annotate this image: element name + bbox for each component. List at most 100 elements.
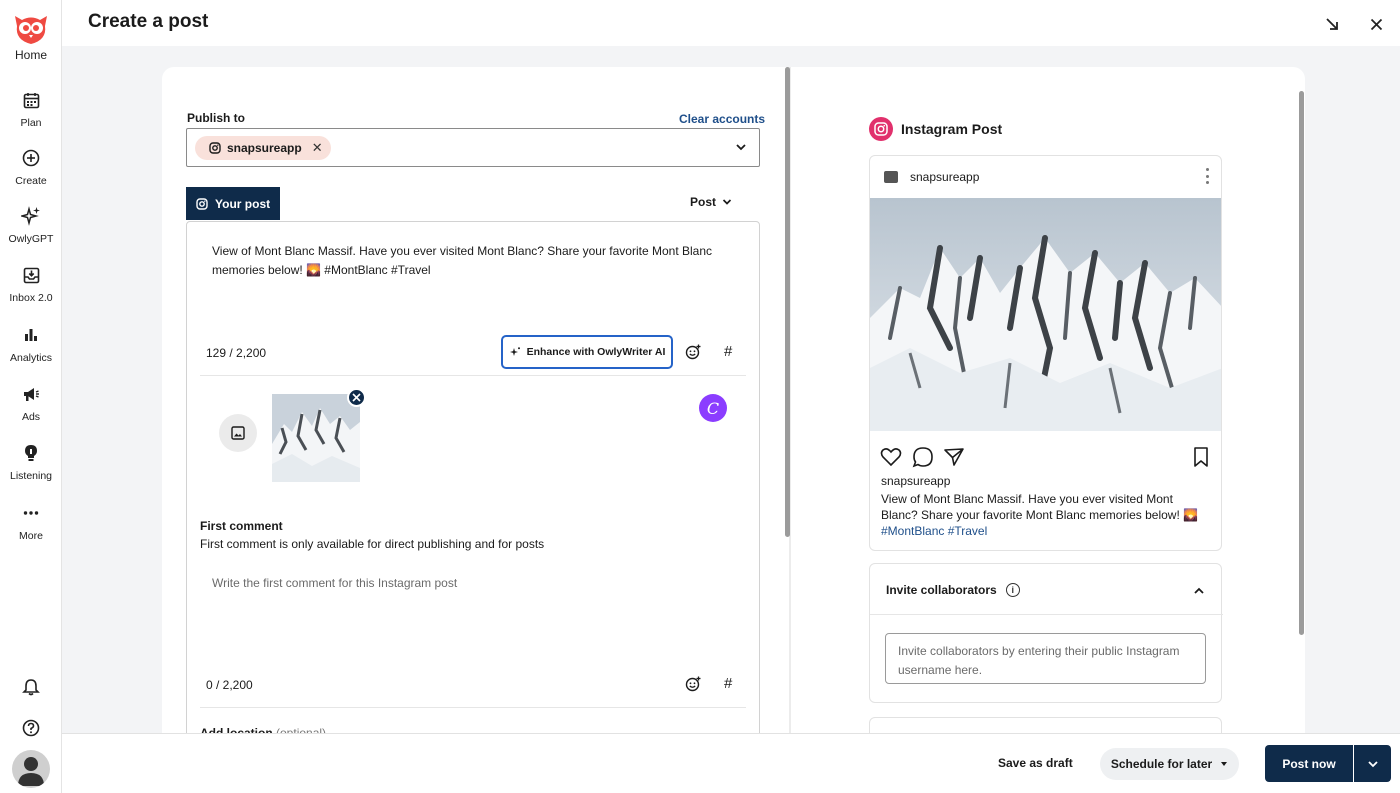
account-chip-label: snapsureapp [227,141,302,155]
save-draft-button[interactable]: Save as draft [998,756,1073,770]
sidebar-item-label: Home [14,48,47,62]
sidebar-item-label: Inbox 2.0 [9,292,53,304]
more-options-icon[interactable] [1203,168,1211,184]
account-selector[interactable]: snapsureapp ✕ [186,128,760,167]
sidebar-item-label: More [19,530,43,542]
preview-caption: View of Mont Blanc Massif. Have you ever… [881,491,1211,539]
sidebar-item-label: Create [15,175,47,187]
preview-scrollbar[interactable] [1299,91,1304,635]
profile-button[interactable] [0,750,62,788]
help-button[interactable] [0,719,62,737]
collaborator-input[interactable]: Invite collaborators by entering their p… [885,633,1206,684]
instagram-preview: snapsureapp snapsureapp View of Mont Bla… [869,155,1222,551]
emoji-button[interactable] [682,341,704,363]
canva-button[interactable]: C [699,394,727,422]
help-icon [22,719,40,737]
instagram-icon [869,117,893,141]
sidebar-item-owlygpt[interactable]: OwlyGPT [0,205,62,245]
preview-user-row: snapsureapp [884,170,979,184]
plus-circle-icon [20,147,42,169]
image-icon [231,426,245,440]
account-chip[interactable]: snapsureapp ✕ [195,136,331,160]
camera-avatar-icon [884,171,898,183]
invite-collaborators-panel: Invite collaborators i Invite collaborat… [869,563,1223,703]
owl-logo-icon [15,16,47,44]
calendar-icon [20,89,42,111]
page-header: Create a post [62,0,1400,46]
remove-account-icon[interactable]: ✕ [312,140,323,156]
caption-username: snapsureapp [881,474,951,488]
emoji-icon [685,344,701,360]
heart-icon[interactable] [880,446,902,468]
caption-hashtags[interactable]: #MontBlanc #Travel [881,524,987,538]
hashtag-button[interactable]: # [724,343,732,360]
inbox-icon [20,264,42,286]
share-icon[interactable] [943,446,965,468]
post-now-button[interactable]: Post now [1265,745,1353,782]
megaphone-icon [20,383,42,405]
clear-accounts-link[interactable]: Clear accounts [679,112,765,126]
composer-card: Publish to Clear accounts snapsureapp ✕ … [162,67,1305,747]
editor-scrollbar[interactable] [785,67,790,537]
more-icon [20,502,42,524]
chevron-down-icon [1367,760,1378,767]
sidebar-item-more[interactable]: More [0,502,62,542]
collab-header[interactable]: Invite collaborators i [886,583,1020,597]
post-options-button[interactable] [1354,745,1391,782]
media-thumbnail[interactable] [272,394,360,482]
preview-image [870,198,1221,431]
chevron-down-icon[interactable] [735,141,747,153]
post-type-dropdown[interactable]: Post [690,195,732,209]
minimize-button[interactable] [1320,12,1344,36]
comment-icon[interactable] [912,446,934,468]
enhance-owlywriter-button[interactable]: Enhance with OwlyWriter AI [501,335,673,369]
preview-username: snapsureapp [910,170,980,184]
section-divider [200,707,746,708]
caret-down-icon [1221,762,1228,766]
sidebar-item-inbox[interactable]: Inbox 2.0 [0,264,62,304]
sidebar: Home Plan Create OwlyGPT Inbox 2.0 Analy… [0,0,62,793]
chevron-up-icon[interactable] [1193,585,1205,597]
sidebar-item-ads[interactable]: Ads [0,383,62,423]
sidebar-item-label: Analytics [9,352,52,364]
bar-chart-icon [20,324,42,346]
preview-actions [880,446,1213,468]
post-type-label: Post [690,195,717,209]
bookmark-icon[interactable] [1190,446,1212,468]
first-comment-char-count: 0 / 2,200 [206,678,253,692]
sidebar-item-listening[interactable]: Listening [0,442,62,482]
first-comment-note: First comment is only available for dire… [200,537,545,551]
sidebar-item-create[interactable]: Create [0,147,62,187]
schedule-label: Schedule for later [1110,757,1213,771]
section-divider [200,375,746,376]
add-media-button[interactable] [219,414,257,452]
chevron-down-icon [722,199,732,205]
footer-bar: Save as draft Schedule for later Post no… [62,733,1400,793]
schedule-button[interactable]: Schedule for later [1100,748,1239,780]
notifications-button[interactable] [0,678,62,696]
tab-your-post[interactable]: Your post [186,187,280,220]
bell-icon [22,679,40,696]
page-title: Create a post [88,11,209,32]
info-icon[interactable]: i [1005,583,1020,597]
first-comment-title: First comment [200,519,283,533]
sparkles-icon [20,205,42,227]
first-comment-emoji-button[interactable] [682,673,704,695]
close-icon [1370,18,1382,30]
remove-media-button[interactable] [347,388,366,407]
post-text-input[interactable]: View of Mont Blanc Massif. Have you ever… [212,242,712,280]
emoji-icon [685,676,701,692]
close-button[interactable] [1364,12,1388,36]
sidebar-item-home[interactable]: Home [0,8,62,62]
instagram-icon [196,197,208,210]
preview-title: Instagram Post [901,121,1003,137]
sidebar-item-analytics[interactable]: Analytics [0,324,62,364]
char-count: 129 / 2,200 [206,346,267,360]
first-comment-input[interactable]: Write the first comment for this Instagr… [212,576,712,590]
first-comment-hashtag-button[interactable]: # [724,675,732,692]
sidebar-item-plan[interactable]: Plan [0,89,62,129]
sidebar-item-label: OwlyGPT [8,233,54,245]
tab-label: Your post [215,196,271,211]
post-editor: View of Mont Blanc Massif. Have you ever… [186,221,760,747]
arrow-down-right-icon [1326,18,1338,30]
